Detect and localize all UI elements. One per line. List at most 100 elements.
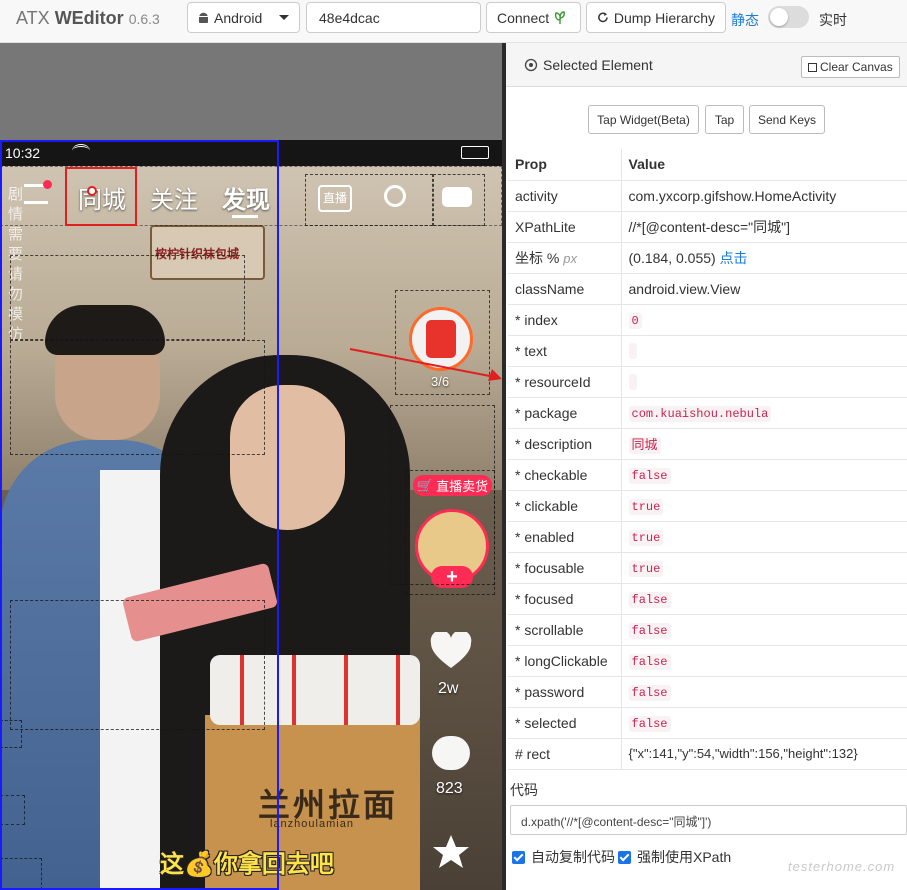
value-column-header: Value (621, 149, 907, 181)
prop-value[interactable]: true (628, 499, 664, 515)
prop-key: * focusable (508, 552, 622, 584)
prop-value-cell: true (621, 490, 907, 522)
prop-value[interactable]: false (628, 685, 671, 701)
device-screenshot[interactable]: 桉柠针织袜包城 兰州拉面 lanzhoulamian 10:32 同城 关注 发… (0, 140, 502, 890)
send-keys-button[interactable]: Send Keys (749, 105, 825, 134)
comment-icon[interactable] (432, 736, 470, 770)
table-row: * package com.kuaishou.nebula (508, 397, 907, 429)
table-row: * password false (508, 676, 907, 708)
checkbox-checked-icon (618, 850, 631, 864)
leaf-icon (555, 10, 566, 24)
prop-value-cell: true (621, 521, 907, 553)
prop-value-cell: false (621, 583, 907, 615)
table-row: activity com.yxcorp.gifshow.HomeActivity (508, 180, 907, 212)
coord-click-link[interactable]: 点击 (720, 250, 748, 266)
table-row: * enabled true (508, 521, 907, 553)
prop-value[interactable] (628, 374, 637, 391)
panel-header: Selected Element Clear Canvas (506, 43, 907, 87)
prop-value: (0.184, 0.055) 点击 (621, 242, 907, 274)
table-row: * clickable true (508, 490, 907, 522)
prop-key: 坐标 % px (508, 242, 622, 274)
heart-icon[interactable] (430, 632, 472, 670)
battery-icon (461, 146, 489, 159)
auto-copy-checkbox[interactable]: 自动复制代码 (512, 847, 615, 867)
prop-value[interactable]: false (628, 468, 671, 484)
selected-element-label: Selected Element (543, 57, 653, 73)
tap-widget-button[interactable]: Tap Widget(Beta) (588, 105, 699, 134)
properties-table: Prop Value activity com.yxcorp.gifshow.H… (508, 149, 907, 770)
inspector-panel: Selected Element Clear Canvas Tap Widget… (502, 43, 907, 890)
prop-value[interactable]: false (628, 592, 671, 608)
prop-value-cell: true (621, 552, 907, 584)
prop-value[interactable]: false (628, 716, 671, 732)
prop-value-cell: false (621, 459, 907, 491)
prop-value[interactable]: 同城 (628, 437, 661, 454)
prop-key: className (508, 273, 622, 305)
dump-label: Dump Hierarchy (613, 9, 715, 26)
prop-value-cell: false (621, 645, 907, 677)
table-row: * resourceId (508, 366, 907, 398)
connect-button[interactable]: Connect (486, 2, 581, 33)
prop-value[interactable]: com.yxcorp.gifshow.HomeActivity (621, 180, 907, 212)
prop-value[interactable]: 0 (628, 313, 642, 329)
prop-value-cell: 同城 (621, 428, 907, 460)
square-icon (808, 62, 817, 72)
prop-key: * resourceId (508, 366, 622, 398)
coord-value[interactable]: (0.184, 0.055) (629, 250, 716, 266)
dump-hierarchy-button[interactable]: Dump Hierarchy (586, 2, 726, 33)
prop-key: * scrollable (508, 614, 622, 646)
prop-value[interactable]: android.view.View (621, 273, 907, 305)
prop-key: * text (508, 335, 622, 367)
android-icon (199, 12, 208, 23)
platform-select[interactable]: Android (187, 2, 300, 33)
prop-key: * password (508, 676, 622, 708)
clear-canvas-label: Clear Canvas (820, 60, 893, 74)
prop-value-cell (621, 335, 907, 367)
table-row: * checkable false (508, 459, 907, 491)
prop-value-cell (621, 366, 907, 398)
table-row: * description 同城 (508, 428, 907, 460)
live-mode-toggle[interactable] (768, 6, 809, 28)
prop-key: * selected (508, 707, 622, 739)
prop-key: * description (508, 428, 622, 460)
live-mode-label: 实时 (819, 12, 847, 28)
platform-label: Android (214, 9, 263, 26)
prop-key: # rect (508, 738, 622, 770)
device-canvas[interactable]: 桉柠针织袜包城 兰州拉面 lanzhoulamian 10:32 同城 关注 发… (0, 43, 502, 890)
prop-value[interactable]: false (628, 654, 671, 670)
table-row: 坐标 % px (0.184, 0.055) 点击 (508, 242, 907, 274)
prop-value-cell: 0 (621, 304, 907, 336)
prop-key: * clickable (508, 490, 622, 522)
coord-unit[interactable]: px (563, 251, 577, 266)
table-row: * text (508, 335, 907, 367)
prop-key: XPathLite (508, 211, 622, 243)
prop-value[interactable]: false (628, 623, 671, 639)
star-icon[interactable] (432, 834, 470, 870)
app-version: 0.6.3 (128, 11, 160, 27)
code-snippet[interactable]: d.xpath('//*[@content-desc="同城"]') (510, 805, 907, 835)
hierarchy-box (405, 470, 495, 595)
table-row: XPathLite //*[@content-desc="同城"] (508, 211, 907, 243)
prop-value[interactable]: true (628, 530, 664, 546)
prop-key: * checkable (508, 459, 622, 491)
prop-key: activity (508, 180, 622, 212)
prop-value[interactable]: true (628, 561, 664, 577)
sign-subtext: lanzhoulamian (270, 818, 354, 830)
tap-button[interactable]: Tap (705, 105, 744, 134)
prop-value[interactable]: com.kuaishou.nebula (628, 406, 772, 422)
selected-element-title: Selected Element (524, 57, 653, 73)
refresh-icon (598, 12, 608, 23)
chevron-down-icon (279, 15, 289, 20)
device-serial-input[interactable] (306, 2, 481, 33)
prop-value[interactable]: //*[@content-desc="同城"] (621, 211, 907, 243)
table-row: * index 0 (508, 304, 907, 336)
toolbar: ATX WEditor 0.6.3 Android Connect Dump H… (0, 0, 907, 43)
connect-label: Connect (497, 9, 550, 26)
force-xpath-label: 强制使用XPath (637, 849, 732, 865)
prop-value[interactable] (628, 343, 637, 360)
prop-value[interactable]: {"x":141,"y":54,"width":156,"height":132… (621, 738, 907, 770)
watermark: testerhome.com (788, 859, 896, 874)
force-xpath-checkbox[interactable]: 强制使用XPath (618, 847, 731, 867)
clear-canvas-button[interactable]: Clear Canvas (801, 56, 900, 78)
table-row: className android.view.View (508, 273, 907, 305)
